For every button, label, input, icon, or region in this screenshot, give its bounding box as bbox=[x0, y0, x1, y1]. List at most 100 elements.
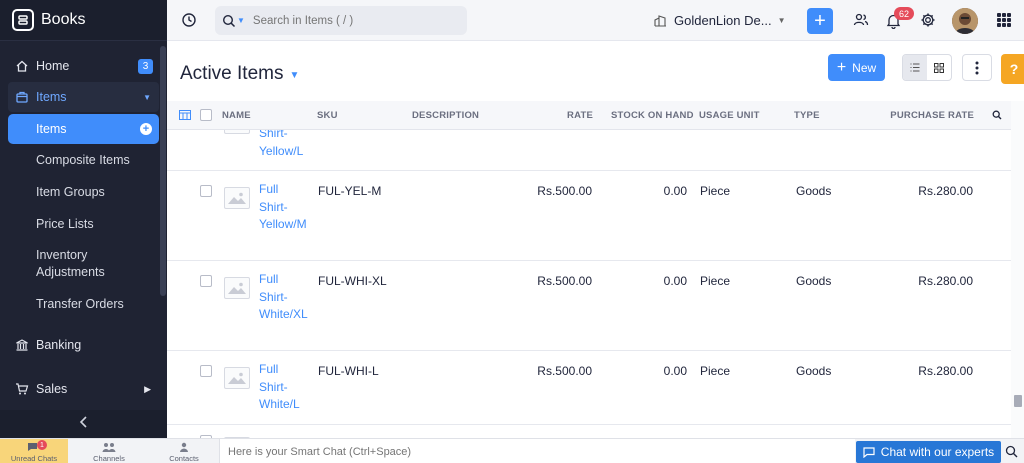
item-name-link[interactable]: Full Shirt-Yellow/M bbox=[259, 181, 309, 234]
column-header-purchase-rate[interactable]: PURCHASE RATE bbox=[867, 110, 974, 121]
bottom-chat-bar: 1 Unread Chats Channels Contacts Chat wi… bbox=[0, 438, 1024, 463]
table-row[interactable] bbox=[167, 425, 1011, 438]
box-icon bbox=[15, 90, 29, 104]
users-icon[interactable] bbox=[853, 12, 869, 28]
list-view-icon[interactable] bbox=[903, 55, 927, 80]
apps-grid-icon[interactable] bbox=[997, 13, 1011, 27]
table-row[interactable]: Full Shirt-White/XL FUL-WHI-XL Rs.500.00… bbox=[167, 261, 1011, 351]
image-placeholder-icon bbox=[224, 367, 250, 389]
search-input[interactable] bbox=[252, 14, 443, 27]
rate-cell: Rs.500.00 bbox=[537, 274, 592, 288]
chevron-down-icon: ▼ bbox=[289, 70, 300, 81]
sidebar-item-label: Item Groups bbox=[36, 185, 105, 199]
table-scrollbar-thumb[interactable] bbox=[1014, 395, 1022, 407]
quick-create-button[interactable]: + bbox=[807, 8, 833, 34]
select-all-checkbox[interactable] bbox=[200, 109, 212, 121]
item-name-link[interactable]: Shirt- Yellow/L bbox=[259, 130, 309, 160]
contact-icon bbox=[179, 442, 189, 454]
column-header-rate[interactable]: RATE bbox=[547, 110, 593, 121]
column-header-name[interactable]: NAME bbox=[222, 110, 251, 121]
caret-down-icon: ▼ bbox=[143, 92, 151, 102]
column-header-usage-unit[interactable]: USAGE UNIT bbox=[699, 110, 760, 121]
columns-config-icon[interactable] bbox=[179, 110, 191, 123]
rate-cell: Rs.500.00 bbox=[537, 184, 592, 198]
smart-chat-box[interactable] bbox=[219, 439, 855, 463]
table-row[interactable]: Full Shirt-Yellow/M FUL-YEL-M Rs.500.00 … bbox=[167, 171, 1011, 261]
gear-icon[interactable] bbox=[920, 12, 936, 28]
column-header-description[interactable]: DESCRIPTION bbox=[412, 110, 479, 121]
row-checkbox[interactable] bbox=[200, 275, 212, 287]
grid-view-icon[interactable] bbox=[927, 55, 951, 80]
rate-cell: Rs.500.00 bbox=[537, 364, 592, 378]
top-header: ▼ GoldenLion De... ▼ + 62 bbox=[167, 0, 1024, 41]
home-icon bbox=[15, 59, 29, 73]
table-scrollbar[interactable] bbox=[1011, 101, 1024, 438]
image-placeholder-icon bbox=[224, 187, 250, 209]
history-icon[interactable] bbox=[181, 12, 197, 33]
chat-with-experts-button[interactable]: Chat with our experts bbox=[856, 441, 1001, 463]
more-options-button[interactable] bbox=[962, 54, 992, 81]
row-checkbox[interactable] bbox=[200, 185, 212, 197]
sidebar-item-label: Home bbox=[36, 59, 70, 73]
sidebar-scrollbar[interactable] bbox=[160, 46, 166, 296]
sidebar-item-sales[interactable]: Sales ▶ bbox=[8, 380, 159, 398]
column-header-stock-on-hand[interactable]: STOCK ON HAND bbox=[611, 110, 694, 121]
stock-cell: 0.00 bbox=[663, 184, 687, 198]
column-header-type[interactable]: TYPE bbox=[794, 110, 820, 121]
notification-badge: 62 bbox=[894, 7, 914, 20]
search-bar[interactable]: ▼ bbox=[215, 6, 467, 35]
sidebar-item-label: Items bbox=[36, 90, 67, 104]
table-search-icon[interactable] bbox=[992, 110, 1002, 123]
row-checkbox[interactable] bbox=[200, 365, 212, 377]
unread-count-badge: 1 bbox=[37, 440, 47, 450]
contacts-label: Contacts bbox=[169, 454, 199, 463]
type-cell: Goods bbox=[796, 184, 832, 198]
help-button[interactable]: ? bbox=[1001, 54, 1024, 84]
image-placeholder-icon bbox=[224, 277, 250, 299]
new-button-label: New bbox=[852, 60, 877, 75]
collapse-sidebar-button[interactable] bbox=[0, 410, 167, 438]
brand-name: Books bbox=[41, 11, 86, 28]
item-name-link[interactable]: Full Shirt-White/XL bbox=[259, 271, 309, 324]
sidebar-item-price-lists[interactable]: Price Lists bbox=[8, 216, 159, 232]
sidebar-item-home[interactable]: Home 3 bbox=[8, 57, 159, 75]
books-logo-icon bbox=[12, 9, 34, 31]
organization-icon bbox=[654, 14, 667, 27]
sidebar-item-label: Transfer Orders bbox=[36, 297, 124, 311]
sidebar-item-item-groups[interactable]: Item Groups bbox=[8, 184, 159, 200]
organization-switcher[interactable]: GoldenLion De... ▼ bbox=[654, 13, 786, 28]
sidebar-item-label: Price Lists bbox=[36, 217, 94, 231]
chevron-left-icon bbox=[79, 415, 89, 433]
page-title: Active Items bbox=[180, 63, 284, 84]
sku-cell: FUL-WHI-XL bbox=[318, 274, 387, 288]
search-icon[interactable] bbox=[1005, 445, 1018, 463]
new-item-button[interactable]: + New bbox=[828, 54, 885, 81]
table-row[interactable]: Shirt- Yellow/L bbox=[167, 130, 1011, 171]
sidebar-item-items[interactable]: Items + bbox=[8, 114, 159, 144]
contacts-tab[interactable]: Contacts bbox=[150, 439, 218, 463]
channels-tab[interactable]: Channels bbox=[75, 439, 143, 463]
view-selector[interactable]: Active Items ▼ bbox=[180, 63, 299, 85]
item-name-link[interactable]: Full Shirt-White/L bbox=[259, 361, 309, 414]
user-avatar[interactable] bbox=[952, 8, 978, 34]
unit-cell: Piece bbox=[700, 364, 731, 378]
unread-chats-tab[interactable]: 1 Unread Chats bbox=[0, 439, 68, 463]
sidebar-item-items-group[interactable]: Items ▼ bbox=[8, 82, 159, 112]
table-row[interactable]: Full Shirt-White/L FUL-WHI-L Rs.500.00 0… bbox=[167, 351, 1011, 425]
table-header: NAME SKU DESCRIPTION RATE STOCK ON HAND … bbox=[167, 101, 1011, 130]
sidebar-item-label: Items bbox=[36, 122, 67, 136]
caret-right-icon: ▶ bbox=[144, 383, 151, 394]
sidebar-item-transfer-orders[interactable]: Transfer Orders bbox=[8, 296, 159, 312]
bank-icon bbox=[15, 338, 29, 352]
sidebar-item-composite-items[interactable]: Composite Items bbox=[8, 152, 159, 168]
brand[interactable]: Books bbox=[0, 0, 167, 41]
sidebar-item-inventory-adjustments[interactable]: Inventory Adjustments bbox=[8, 247, 118, 281]
sidebar-item-banking[interactable]: Banking bbox=[8, 336, 159, 354]
items-table-body: Shirt- Yellow/L Full Shirt-Yellow/M FUL-… bbox=[167, 130, 1011, 438]
view-toggle bbox=[902, 54, 952, 81]
add-item-icon[interactable]: + bbox=[140, 123, 152, 135]
smart-chat-input[interactable] bbox=[228, 445, 628, 458]
column-header-sku[interactable]: SKU bbox=[317, 110, 338, 121]
search-scope-dropdown-icon[interactable]: ▼ bbox=[237, 16, 245, 25]
app-root: Books Home 3 Items ▼ Items + Composite I… bbox=[0, 0, 1024, 463]
